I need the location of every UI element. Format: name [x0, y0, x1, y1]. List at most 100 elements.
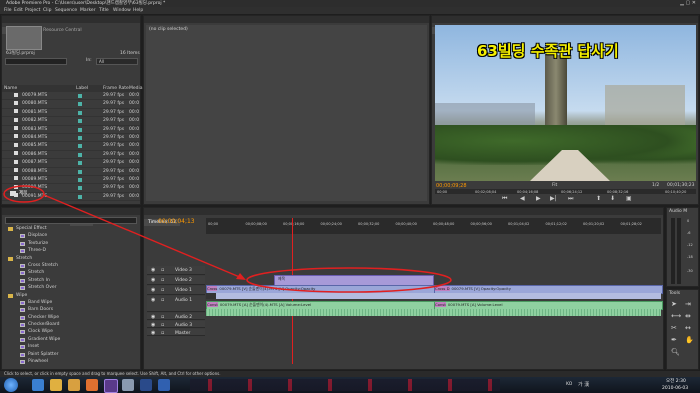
- folder-icon[interactable]: [68, 379, 80, 391]
- label-swatch: [78, 177, 82, 182]
- timeline-timecode[interactable]: 00;00;04;13: [158, 218, 195, 225]
- menu-title[interactable]: Title: [99, 8, 109, 14]
- eye-icon[interactable]: ◉: [151, 329, 155, 338]
- media-player-icon[interactable]: [86, 379, 98, 391]
- lock-icon[interactable]: ▫: [161, 296, 164, 305]
- effects-item[interactable]: Checker Wipe: [2, 314, 140, 321]
- project-list-item[interactable]: 00081.MTS 29.97 fps 00:0: [2, 109, 140, 118]
- lock-icon[interactable]: ▫: [161, 329, 164, 338]
- track-header[interactable]: ◉ ▫ Audio 1: [147, 296, 205, 312]
- effects-item[interactable]: Stretch In: [2, 277, 140, 284]
- track-header[interactable]: ◉ ▫ Audio 3: [147, 321, 205, 328]
- eye-icon[interactable]: ◉: [151, 266, 155, 275]
- menu-help[interactable]: Help: [133, 8, 143, 14]
- effects-folder[interactable]: Stretch: [2, 255, 140, 262]
- menu-clip[interactable]: Clip: [43, 8, 52, 14]
- go-to-out-icon[interactable]: ⏭: [568, 195, 573, 203]
- effects-item[interactable]: Barn Doors: [2, 306, 140, 313]
- effects-item[interactable]: Texturize: [2, 240, 140, 247]
- project-list-item[interactable]: 00082.MTS 29.97 fps 00:0: [2, 117, 140, 126]
- transition-icon: [20, 234, 25, 239]
- timeline-ruler[interactable]: 00;00 00;00;08;00 00;00;16;00 00;00;24;00 00…: [206, 218, 661, 234]
- effects-item[interactable]: Inset: [2, 343, 140, 350]
- lock-icon[interactable]: ▫: [161, 266, 164, 275]
- clock-date[interactable]: 2010-06-03: [662, 386, 688, 392]
- hand-tool-icon[interactable]: ✋: [685, 336, 694, 344]
- play-icon[interactable]: ▶: [536, 195, 541, 202]
- ime-indicator[interactable]: 가 漢: [578, 382, 589, 388]
- tab-resource-central[interactable]: Resource Central: [39, 27, 85, 34]
- word-icon[interactable]: [158, 379, 170, 391]
- zoom-tool-icon[interactable]: 🔍︎: [671, 348, 680, 356]
- app-icon[interactable]: [122, 379, 134, 391]
- rolling-edit-tool-icon[interactable]: ⇹: [685, 312, 691, 320]
- lock-icon[interactable]: ▫: [161, 276, 164, 285]
- effects-search-input[interactable]: [5, 217, 137, 224]
- effects-item[interactable]: CheckerBoard: [2, 321, 140, 328]
- effects-item[interactable]: Gradient Wipe: [2, 336, 140, 343]
- effects-folder[interactable]: Wipe: [2, 292, 140, 299]
- window-controls[interactable]: ▁ ▢ ✕: [680, 0, 696, 6]
- project-list-item[interactable]: 00083.MTS 29.97 fps 00:0: [2, 126, 140, 134]
- eye-icon[interactable]: ◉: [151, 296, 155, 305]
- track-header[interactable]: ◉ ▫ Video 1: [147, 286, 205, 295]
- menu-file[interactable]: File: [4, 8, 12, 14]
- project-list-item[interactable]: 00088.MTS 29.97 fps 00:0: [2, 168, 140, 176]
- menu-project[interactable]: Project: [25, 8, 40, 14]
- effects-item[interactable]: Stretch Over: [2, 284, 140, 291]
- project-search-input[interactable]: [5, 58, 67, 65]
- extract-icon[interactable]: ⬇: [610, 195, 615, 202]
- track-header[interactable]: ◉ ▫ Audio 2: [147, 313, 205, 320]
- program-ruler[interactable]: 00;00 00;02;08;04 00;04;16;08 00;06;24;1…: [435, 189, 696, 194]
- step-back-icon[interactable]: ◀: [520, 195, 525, 202]
- track-header[interactable]: ◉ ▫ Master: [147, 329, 205, 336]
- menu-sequence[interactable]: Sequence: [55, 8, 77, 14]
- step-forward-icon[interactable]: ▶|: [550, 195, 557, 202]
- project-list-item[interactable]: 00080.MTS 29.97 fps 00:0: [2, 100, 140, 109]
- project-list-item[interactable]: 00086.MTS 29.97 fps 00:0: [2, 151, 140, 160]
- effects-item[interactable]: Pinwheel: [2, 358, 140, 365]
- tab-tools[interactable]: Tools: [669, 291, 680, 297]
- effects-item[interactable]: Displace: [2, 232, 140, 239]
- effects-item[interactable]: Paint Splatter: [2, 351, 140, 358]
- in-select[interactable]: All: [96, 58, 138, 65]
- track-header[interactable]: ◉ ▫ Video 3: [147, 266, 205, 275]
- ripple-edit-tool-icon[interactable]: ⟷: [671, 312, 681, 320]
- premiere-icon[interactable]: [104, 379, 118, 393]
- start-button[interactable]: [4, 378, 18, 392]
- effects-item[interactable]: Three-D: [2, 247, 140, 254]
- item-name: 00084.MTS: [22, 134, 48, 140]
- export-frame-icon[interactable]: ▣: [626, 195, 632, 202]
- db-label: -6: [687, 231, 691, 235]
- go-to-in-icon[interactable]: ⏮: [502, 195, 507, 203]
- project-list-item[interactable]: 00087.MTS 29.97 fps 00:0: [2, 159, 140, 168]
- clock-time[interactable]: 오전 2:30: [666, 379, 686, 385]
- item-frame-rate: 29.97 fps: [103, 118, 125, 124]
- effects-item[interactable]: Stretch: [2, 269, 140, 276]
- menu-window[interactable]: Window: [113, 8, 131, 14]
- eye-icon[interactable]: ◉: [151, 286, 155, 295]
- effects-item[interactable]: Cross Stretch: [2, 262, 140, 269]
- track-select-tool-icon[interactable]: ⇥: [685, 300, 691, 308]
- project-list-item[interactable]: 00084.MTS 29.97 fps 00:0: [2, 134, 140, 143]
- tab-audio-meters[interactable]: Audio M: [669, 209, 687, 215]
- language-indicator[interactable]: KO: [566, 382, 572, 388]
- menu-edit[interactable]: Edit: [14, 8, 23, 14]
- slip-tool-icon[interactable]: ↔: [685, 324, 691, 332]
- track-header[interactable]: ◉ ▫ Video 2: [147, 276, 205, 285]
- project-list-item[interactable]: 00079.MTS 29.97 fps 00:0: [2, 92, 140, 101]
- ie-icon[interactable]: [32, 379, 44, 391]
- selection-tool-icon[interactable]: ➤: [671, 300, 677, 308]
- razor-tool-icon[interactable]: ✂: [671, 324, 677, 332]
- effects-folder[interactable]: Special Effect: [2, 225, 140, 232]
- lock-icon[interactable]: ▫: [161, 286, 164, 295]
- menu-marker[interactable]: Marker: [80, 8, 96, 14]
- pen-tool-icon[interactable]: ✒: [671, 336, 677, 344]
- effects-item[interactable]: Band Wipe: [2, 299, 140, 306]
- lift-icon[interactable]: ⬆: [596, 195, 601, 202]
- project-list-item[interactable]: 00085.MTS 29.97 fps 00:0: [2, 142, 140, 151]
- photoshop-icon[interactable]: [140, 379, 152, 391]
- eye-icon[interactable]: ◉: [151, 276, 155, 285]
- explorer-icon[interactable]: [50, 379, 62, 391]
- effects-item[interactable]: Clock Wipe: [2, 328, 140, 335]
